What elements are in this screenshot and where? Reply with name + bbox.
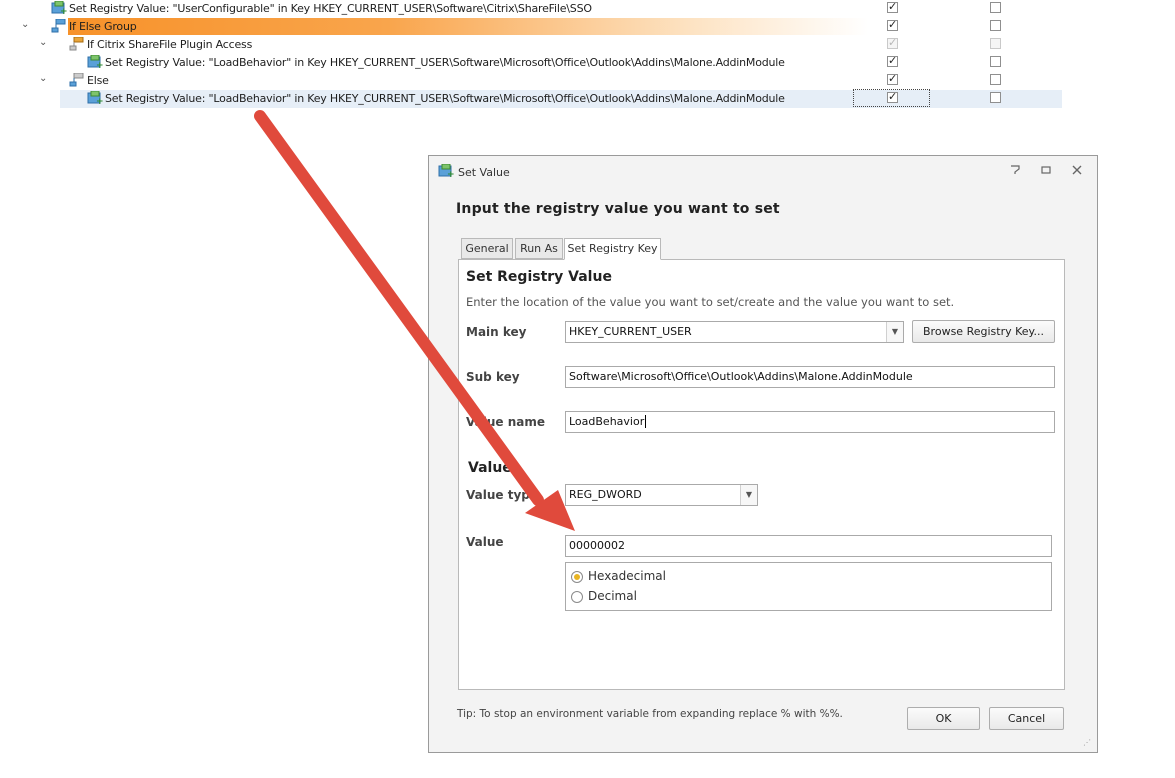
tree-row-label: Else	[87, 74, 109, 87]
cancel-button[interactable]: Cancel	[989, 707, 1064, 730]
svg-text:+: +	[96, 61, 103, 69]
tree-row-else[interactable]: ⌄ Else	[0, 72, 1062, 90]
hexadecimal-label[interactable]: Hexadecimal	[588, 569, 666, 583]
text-caret	[645, 415, 647, 428]
chevron-down-icon[interactable]: ▼	[740, 485, 757, 505]
svg-text:+: +	[447, 170, 454, 178]
tree-row-label: Set Registry Value: "UserConfigurable" i…	[69, 2, 592, 15]
dialog-heading: Input the registry value you want to set	[456, 201, 780, 217]
group-icon	[51, 18, 67, 33]
maximize-icon[interactable]	[1039, 164, 1053, 178]
registry-icon: +	[87, 90, 104, 107]
dialog-title: Set Value	[458, 166, 510, 179]
chevron-down-icon[interactable]: ⌄	[21, 19, 29, 30]
group-highlight	[68, 18, 868, 35]
main-key-value: HKEY_CURRENT_USER	[569, 325, 692, 338]
option-checkbox[interactable]	[990, 92, 1001, 103]
sub-key-label: Sub key	[466, 370, 520, 384]
option-checkbox[interactable]	[990, 74, 1001, 85]
tree-row-label: Set Registry Value: "LoadBehavior" in Ke…	[105, 56, 785, 69]
dialog-titlebar[interactable]: + Set Value	[429, 156, 1097, 186]
registry-icon: +	[438, 163, 455, 181]
option-checkbox[interactable]	[990, 2, 1001, 13]
tip-text: Tip: To stop an environment variable fro…	[457, 708, 843, 720]
option-checkbox[interactable]	[990, 38, 1001, 49]
registry-icon: +	[87, 54, 104, 71]
number-format-group: Hexadecimal Decimal	[565, 562, 1052, 611]
tree-row-set-registry-userconfigurable[interactable]: + Set Registry Value: "UserConfigurable"…	[0, 0, 1062, 18]
tab-run-as[interactable]: Run As	[515, 238, 563, 259]
section-title-value: Value	[468, 460, 512, 476]
enabled-checkbox[interactable]	[887, 36, 898, 49]
section-title-registry: Set Registry Value	[466, 269, 612, 285]
value-name-label: Value name	[466, 415, 545, 429]
main-key-combo[interactable]: HKEY_CURRENT_USER ▼	[565, 321, 904, 343]
value-name-field[interactable]: LoadBehavior	[565, 411, 1055, 433]
chevron-down-icon[interactable]: ⌄	[39, 37, 47, 48]
chevron-down-icon[interactable]: ▼	[886, 322, 903, 342]
value-label: Value	[466, 535, 504, 549]
option-checkbox[interactable]	[990, 56, 1001, 67]
enabled-checkbox[interactable]	[887, 18, 898, 31]
browse-registry-key-button[interactable]: Browse Registry Key...	[912, 320, 1055, 343]
enabled-checkbox[interactable]	[887, 72, 898, 85]
tree-row-label: If Else Group	[69, 20, 137, 33]
help-icon[interactable]	[1008, 164, 1022, 178]
hexadecimal-radio[interactable]	[571, 571, 583, 583]
tree-row-set-registry-loadbehavior-2[interactable]: + Set Registry Value: "LoadBehavior" in …	[60, 89, 1062, 108]
value-type-value: REG_DWORD	[569, 488, 642, 501]
resize-grip-icon[interactable]: ⋰	[1083, 738, 1093, 748]
tree-row-set-registry-loadbehavior-1[interactable]: + Set Registry Value: "LoadBehavior" in …	[0, 54, 1062, 72]
decimal-label[interactable]: Decimal	[588, 589, 637, 603]
ok-button[interactable]: OK	[907, 707, 980, 730]
tab-set-registry-key[interactable]: Set Registry Key	[564, 238, 661, 260]
value-field[interactable]: 00000002	[565, 535, 1052, 557]
tab-general[interactable]: General	[461, 238, 513, 259]
svg-text:+: +	[60, 7, 67, 15]
branch-icon	[69, 36, 85, 51]
sub-key-field[interactable]: Software\Microsoft\Office\Outlook\Addins…	[565, 366, 1055, 388]
chevron-down-icon[interactable]: ⌄	[39, 73, 47, 84]
decimal-radio[interactable]	[571, 591, 583, 603]
registry-icon: +	[51, 0, 68, 17]
option-checkbox[interactable]	[990, 20, 1001, 31]
main-key-label: Main key	[466, 325, 527, 339]
tab-panel: Set Registry Value Enter the location of…	[458, 259, 1065, 690]
branch-icon	[69, 72, 85, 87]
tree-row-if-else-group[interactable]: ⌄ If Else Group	[0, 18, 1062, 36]
enabled-checkbox[interactable]	[887, 90, 898, 103]
tree-row-label: If Citrix ShareFile Plugin Access	[87, 38, 253, 51]
set-value-dialog: + Set Value Input the registry value you…	[428, 155, 1098, 753]
section-description: Enter the location of the value you want…	[466, 295, 955, 309]
tree-row-label: Set Registry Value: "LoadBehavior" in Ke…	[105, 92, 785, 105]
value-type-label: Value type	[466, 488, 538, 502]
tree-row-if-citrix[interactable]: ⌄ If Citrix ShareFile Plugin Access	[0, 36, 1062, 54]
close-icon[interactable]	[1070, 164, 1084, 178]
value-type-combo[interactable]: REG_DWORD ▼	[565, 484, 758, 506]
enabled-checkbox[interactable]	[887, 0, 898, 13]
svg-text:+: +	[96, 97, 103, 105]
enabled-checkbox[interactable]	[887, 54, 898, 67]
value-name-text: LoadBehavior	[569, 415, 645, 428]
